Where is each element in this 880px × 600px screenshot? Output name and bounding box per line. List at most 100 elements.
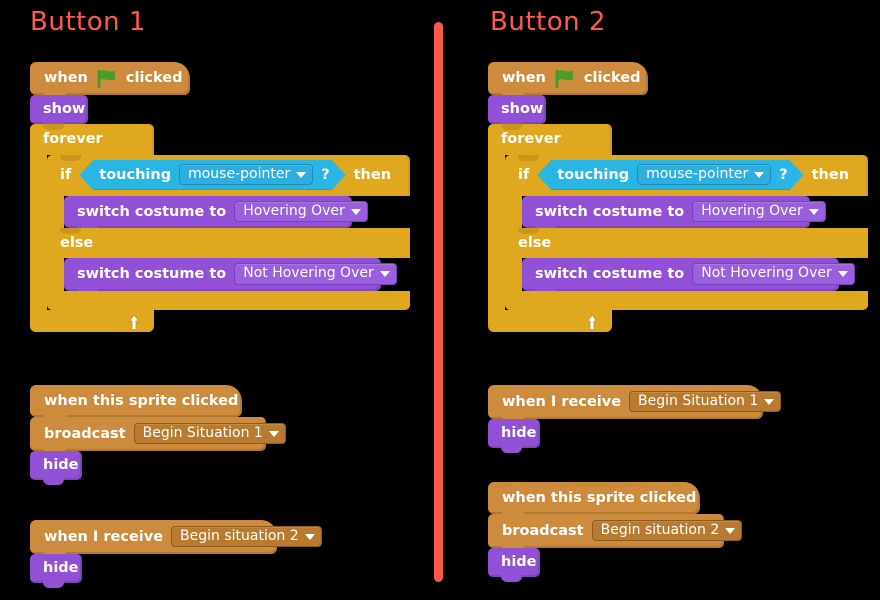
else-branch-mouth: switch costume to Not Hovering Over bbox=[47, 258, 410, 296]
when-this-sprite-clicked-label: when this sprite clicked bbox=[502, 489, 697, 506]
script-main-button-1: when clicked show forever if touching mo… bbox=[30, 47, 410, 332]
then-label: then bbox=[353, 167, 392, 183]
then-label: then bbox=[811, 167, 850, 183]
chevron-down-icon bbox=[268, 430, 279, 437]
touching-target-dropdown[interactable]: mouse-pointer bbox=[637, 164, 771, 185]
chevron-down-icon bbox=[304, 533, 315, 540]
block-when-this-sprite-clicked[interactable]: when this sprite clicked bbox=[30, 370, 266, 422]
broadcast-label: broadcast bbox=[44, 425, 126, 442]
loop-arrow-icon bbox=[126, 314, 144, 331]
block-notch bbox=[60, 228, 81, 235]
block-if-else[interactable]: if touching mouse-pointer ? then switch … bbox=[505, 155, 868, 310]
touching-label: touching bbox=[99, 166, 172, 183]
else-header[interactable]: else bbox=[505, 228, 868, 259]
block-when-flag-clicked[interactable]: when clicked bbox=[30, 47, 410, 100]
block-touching[interactable]: touching mouse-pointer ? bbox=[537, 160, 803, 190]
touching-label: touching bbox=[557, 166, 630, 183]
block-when-this-sprite-clicked[interactable]: when this sprite clicked bbox=[488, 467, 724, 519]
forever-header[interactable]: forever bbox=[30, 124, 154, 155]
block-hide[interactable]: hide bbox=[30, 451, 82, 486]
chevron-down-icon bbox=[837, 271, 848, 278]
if-header[interactable]: if touching mouse-pointer ? then bbox=[47, 155, 410, 196]
block-notch bbox=[518, 155, 539, 161]
forever-header[interactable]: forever bbox=[488, 124, 612, 155]
c-arm bbox=[505, 258, 522, 291]
forever-mouth: if touching mouse-pointer ? then switch … bbox=[488, 155, 868, 310]
hide-label: hide bbox=[43, 457, 79, 474]
switch-costume-label: switch costume to bbox=[535, 203, 685, 220]
question-mark-label: ? bbox=[779, 166, 788, 183]
hide-label: hide bbox=[501, 554, 537, 571]
else-branch-mouth: switch costume to Not Hovering Over bbox=[505, 258, 868, 296]
forever-label: forever bbox=[501, 131, 561, 147]
clicked-label: clicked bbox=[583, 70, 641, 86]
block-forever[interactable]: forever if touching mouse-pointer ? then… bbox=[30, 124, 410, 332]
if-label: if bbox=[518, 167, 530, 183]
forever-mouth: if touching mouse-pointer ? then switch … bbox=[30, 155, 410, 310]
broadcast-message-dropdown[interactable]: Begin situation 2 bbox=[591, 520, 743, 542]
costume-dropdown[interactable]: Hovering Over bbox=[692, 201, 826, 223]
forever-footer bbox=[30, 309, 154, 332]
block-show[interactable]: show bbox=[488, 95, 546, 129]
chevron-down-icon bbox=[808, 208, 819, 215]
costume-dropdown[interactable]: Not Hovering Over bbox=[234, 263, 397, 285]
receive-message-value: Begin Situation 1 bbox=[638, 393, 759, 409]
c-arm bbox=[30, 155, 47, 310]
touching-target-dropdown[interactable]: mouse-pointer bbox=[179, 164, 313, 185]
block-broadcast[interactable]: broadcast Begin Situation 1 bbox=[30, 417, 286, 457]
broadcast-label: broadcast bbox=[502, 522, 584, 539]
clicked-label: clicked bbox=[125, 70, 183, 86]
c-arm bbox=[47, 196, 64, 229]
block-forever[interactable]: forever if touching mouse-pointer ? then… bbox=[488, 124, 868, 332]
block-touching[interactable]: touching mouse-pointer ? bbox=[79, 160, 345, 190]
when-this-sprite-clicked-label: when this sprite clicked bbox=[44, 392, 239, 409]
block-switch-costume-hovering[interactable]: switch costume to Hovering Over bbox=[64, 196, 368, 234]
column-title-button-1: Button 1 bbox=[30, 7, 146, 37]
broadcast-message-value: Begin Situation 1 bbox=[142, 425, 263, 441]
costume-value: Hovering Over bbox=[701, 203, 803, 219]
costume-dropdown[interactable]: Hovering Over bbox=[234, 201, 368, 223]
block-when-i-receive[interactable]: when I receive Begin Situation 1 bbox=[488, 369, 782, 425]
block-when-flag-clicked[interactable]: when clicked bbox=[488, 47, 868, 100]
if-else-footer bbox=[505, 290, 868, 310]
script-sprite-clicked-button-1: when this sprite clicked broadcast Begin… bbox=[30, 370, 286, 486]
forever-label: forever bbox=[43, 131, 103, 147]
block-hide[interactable]: hide bbox=[488, 419, 540, 454]
if-label: if bbox=[60, 167, 72, 183]
costume-value: Not Hovering Over bbox=[243, 265, 374, 282]
block-hide[interactable]: hide bbox=[488, 548, 540, 583]
block-switch-costume-not-hovering[interactable]: switch costume to Not Hovering Over bbox=[64, 258, 397, 296]
when-i-receive-label: when I receive bbox=[502, 393, 622, 410]
block-notch bbox=[518, 228, 539, 235]
block-hide[interactable]: hide bbox=[30, 554, 82, 589]
else-label: else bbox=[60, 234, 94, 251]
c-arm bbox=[47, 258, 64, 291]
hide-label: hide bbox=[501, 425, 537, 442]
block-notch bbox=[43, 581, 64, 589]
block-broadcast[interactable]: broadcast Begin situation 2 bbox=[488, 514, 743, 554]
show-label: show bbox=[501, 101, 544, 117]
block-when-i-receive[interactable]: when I receive Begin situation 2 bbox=[30, 504, 322, 560]
broadcast-message-value: Begin situation 2 bbox=[600, 522, 720, 538]
block-show[interactable]: show bbox=[30, 95, 88, 129]
green-flag-icon bbox=[96, 69, 118, 89]
broadcast-message-dropdown[interactable]: Begin Situation 1 bbox=[133, 423, 286, 445]
block-if-else[interactable]: if touching mouse-pointer ? then switch … bbox=[47, 155, 410, 310]
loop-arrow-icon bbox=[584, 314, 602, 331]
block-notch bbox=[501, 575, 522, 583]
block-switch-costume-not-hovering[interactable]: switch costume to Not Hovering Over bbox=[522, 258, 855, 296]
receive-message-dropdown[interactable]: Begin Situation 1 bbox=[629, 391, 782, 413]
when-label: when bbox=[44, 70, 88, 86]
block-notch bbox=[43, 478, 64, 486]
touching-target-value: mouse-pointer bbox=[188, 165, 291, 182]
when-i-receive-label: when I receive bbox=[44, 528, 164, 545]
if-header[interactable]: if touching mouse-pointer ? then bbox=[505, 155, 868, 196]
else-label: else bbox=[518, 234, 552, 251]
when-label: when bbox=[502, 70, 546, 86]
if-branch-mouth: switch costume to Hovering Over bbox=[47, 196, 410, 234]
chevron-down-icon bbox=[379, 271, 390, 278]
receive-message-dropdown[interactable]: Begin situation 2 bbox=[171, 526, 322, 548]
block-switch-costume-hovering[interactable]: switch costume to Hovering Over bbox=[522, 196, 826, 234]
costume-dropdown[interactable]: Not Hovering Over bbox=[692, 263, 855, 285]
else-header[interactable]: else bbox=[47, 228, 410, 259]
